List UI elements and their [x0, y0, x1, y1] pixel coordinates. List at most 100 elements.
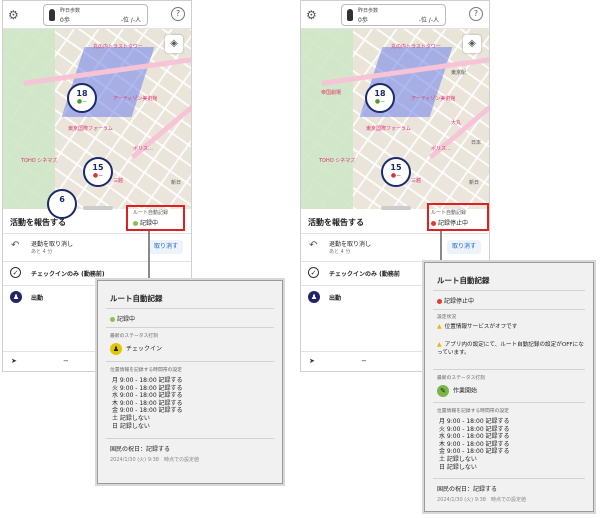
map-label: 大丸 [451, 120, 462, 126]
highlight-box [126, 205, 185, 231]
nav-dash-icon[interactable]: − [63, 357, 69, 365]
schedule-label: 位置情報を記録する時間帯の設定 [110, 368, 182, 373]
park-area [3, 29, 55, 209]
help-icon[interactable]: ? [171, 7, 185, 21]
schedule-item: 金 9:00 - 18:00 記録する [112, 407, 183, 415]
park-area [301, 29, 353, 209]
map-pin[interactable]: 6 [47, 189, 77, 219]
divider [433, 309, 585, 310]
walking-person-icon: ♟ [10, 291, 22, 303]
last-status: ✎ 作業開始 [437, 385, 477, 397]
schedule-item: 日 記録しない [439, 463, 477, 471]
route-recording-panel: ルート自動記録 記録停止中 設定状況 ▲ 位置情報サービスがオフです ▲ アプリ内の… [424, 262, 594, 512]
layers-icon[interactable]: ◈ [165, 35, 183, 53]
checkin-only-label: チェックインのみ (勤務前 [329, 271, 400, 278]
undo-arrow-icon: ↶ [11, 240, 20, 251]
status-dot-icon [110, 317, 115, 322]
map-pin[interactable]: 15 ●− [83, 157, 113, 187]
settings-timestamp: 2024/1/30 (火) 9:38 時点での設定値 [110, 457, 199, 463]
divider [106, 327, 274, 328]
map-label: アーティゾン美術館 [411, 96, 456, 102]
footprint-icon [49, 9, 55, 21]
cancel-button[interactable]: 取り消す [447, 240, 481, 254]
person-icon: ●− [92, 172, 104, 179]
gear-icon[interactable]: ⚙ [8, 8, 19, 22]
step-value: 0歩 [358, 17, 368, 24]
person-icon: ●− [76, 98, 88, 105]
divider [433, 402, 585, 403]
undo-arrow-icon: ↶ [309, 240, 318, 251]
map-label: 東京国際フォーラム [68, 126, 113, 132]
sheet-grip[interactable] [83, 206, 113, 210]
check-circle-icon: ✓ [10, 267, 21, 278]
sheet-grip[interactable] [381, 206, 411, 210]
layers-icon[interactable]: ◈ [463, 35, 481, 53]
map-label: 三越 [113, 178, 124, 184]
map-label: 三越 [411, 178, 422, 184]
schedule-list: 月 9:00 - 18:00 記録する 火 9:00 - 18:00 記録する … [112, 377, 183, 430]
footprint-icon [347, 9, 353, 21]
divider [106, 438, 274, 439]
map-label: 新日 [469, 180, 480, 186]
checkin-only-label: チェックインのみ (勤務前) [31, 271, 105, 278]
step-counter: 昨日歩数 0歩 -位 /-人 [341, 4, 446, 26]
map-pin[interactable]: 18 ●− [67, 83, 97, 113]
step-label: 昨日歩数 [358, 8, 379, 14]
map-label: ポリス… [133, 146, 154, 152]
schedule-label: 位置情報を記録する時間帯の設定 [437, 409, 509, 414]
undo-title: 退勤を取り消し [329, 241, 372, 248]
walking-person-icon: ♟ [110, 343, 122, 355]
map-label: TOHO シネマズ [319, 158, 356, 164]
map-label: 丸の内トラストタワー [93, 44, 143, 50]
divider [433, 290, 585, 291]
route-recording-panel: ルート自動記録 記録中 最新のステータス打刻 ♟ チェックイン 位置情報を記録する… [97, 280, 283, 484]
schedule-item: 土 記録しない [439, 455, 477, 463]
recording-status: 記録中 [110, 314, 135, 323]
holiday-setting: 国民の祝日：記録する [110, 446, 171, 453]
undo-remaining: あと 4 分 [329, 249, 351, 255]
warning-icon: ▲ [437, 341, 442, 348]
help-icon[interactable]: ? [469, 7, 483, 21]
schedule-list: 月 9:00 - 18:00 記録する 火 9:00 - 18:00 記録する … [439, 418, 510, 471]
schedule-item: 水 9:00 - 18:00 記録する [112, 392, 183, 400]
map-pin[interactable]: 18 ●− [365, 83, 395, 113]
map-pin[interactable]: 15 ●− [381, 157, 411, 187]
callout-connector [148, 231, 150, 281]
walking-person-icon: ♟ [308, 291, 320, 303]
undo-title: 退勤を取り消し [31, 241, 74, 248]
gear-icon[interactable]: ⚙ [306, 8, 317, 22]
undo-row: ↶ 退勤を取り消し あと 4 分 取り消す [301, 233, 489, 261]
location-arrow-icon[interactable]: ➤ [11, 357, 17, 365]
holiday-setting: 国民の祝日：記録する [437, 486, 498, 493]
schedule-item: 月 9:00 - 18:00 記録する [112, 377, 183, 384]
map-label: 丸の内トラストタワー [391, 44, 441, 50]
warning-setting: ▲ アプリ内の設定にて、ルート自動記録の設定がOFFになっています。 [437, 341, 584, 356]
undo-row: ↶ 退勤を取り消し あと 4 分 取り消す [3, 233, 191, 261]
divider [433, 478, 585, 479]
settings-timestamp: 2024/1/30 (火) 9:38 時点での設定値 [437, 497, 526, 503]
sheet-title: 活動を報告する [308, 218, 364, 227]
map-label: 日本 [471, 140, 482, 146]
divider [106, 361, 274, 362]
schedule-item: 土 記録しない [112, 414, 150, 422]
warning-icon: ▲ [437, 323, 442, 330]
cancel-button[interactable]: 取り消す [149, 240, 183, 254]
map-label: 帝国劇場 [321, 90, 342, 96]
schedule-item: 水 9:00 - 18:00 記録する [439, 433, 510, 441]
location-arrow-icon[interactable]: ➤ [309, 357, 315, 365]
check-circle-icon: ✓ [308, 267, 319, 278]
step-counter: 昨日歩数 0歩 -位 /-人 [43, 4, 148, 26]
wrench-icon: ✎ [437, 385, 449, 397]
map-label: 新日 [171, 180, 182, 186]
step-label: 昨日歩数 [60, 8, 81, 14]
rank-value: -位 /-人 [120, 17, 141, 24]
map-label: アーティゾン美術館 [113, 96, 158, 102]
map-label: ポリス… [431, 146, 452, 152]
map-view[interactable]: 丸の内トラストタワー アーティゾン美術館 東京国際フォーラム ポリス… TOHO… [3, 29, 191, 219]
status-dot-icon [437, 299, 442, 304]
last-status-label: 最新のステータス打刻 [437, 376, 485, 381]
map-view[interactable]: 丸の内トラストタワー アーティゾン美術館 東京国際フォーラム ポリス… TOHO… [301, 29, 489, 209]
nav-dash-icon[interactable]: − [361, 357, 367, 365]
clock-in-label: 出勤 [31, 295, 44, 302]
panel-title: ルート自動記録 [437, 276, 490, 285]
